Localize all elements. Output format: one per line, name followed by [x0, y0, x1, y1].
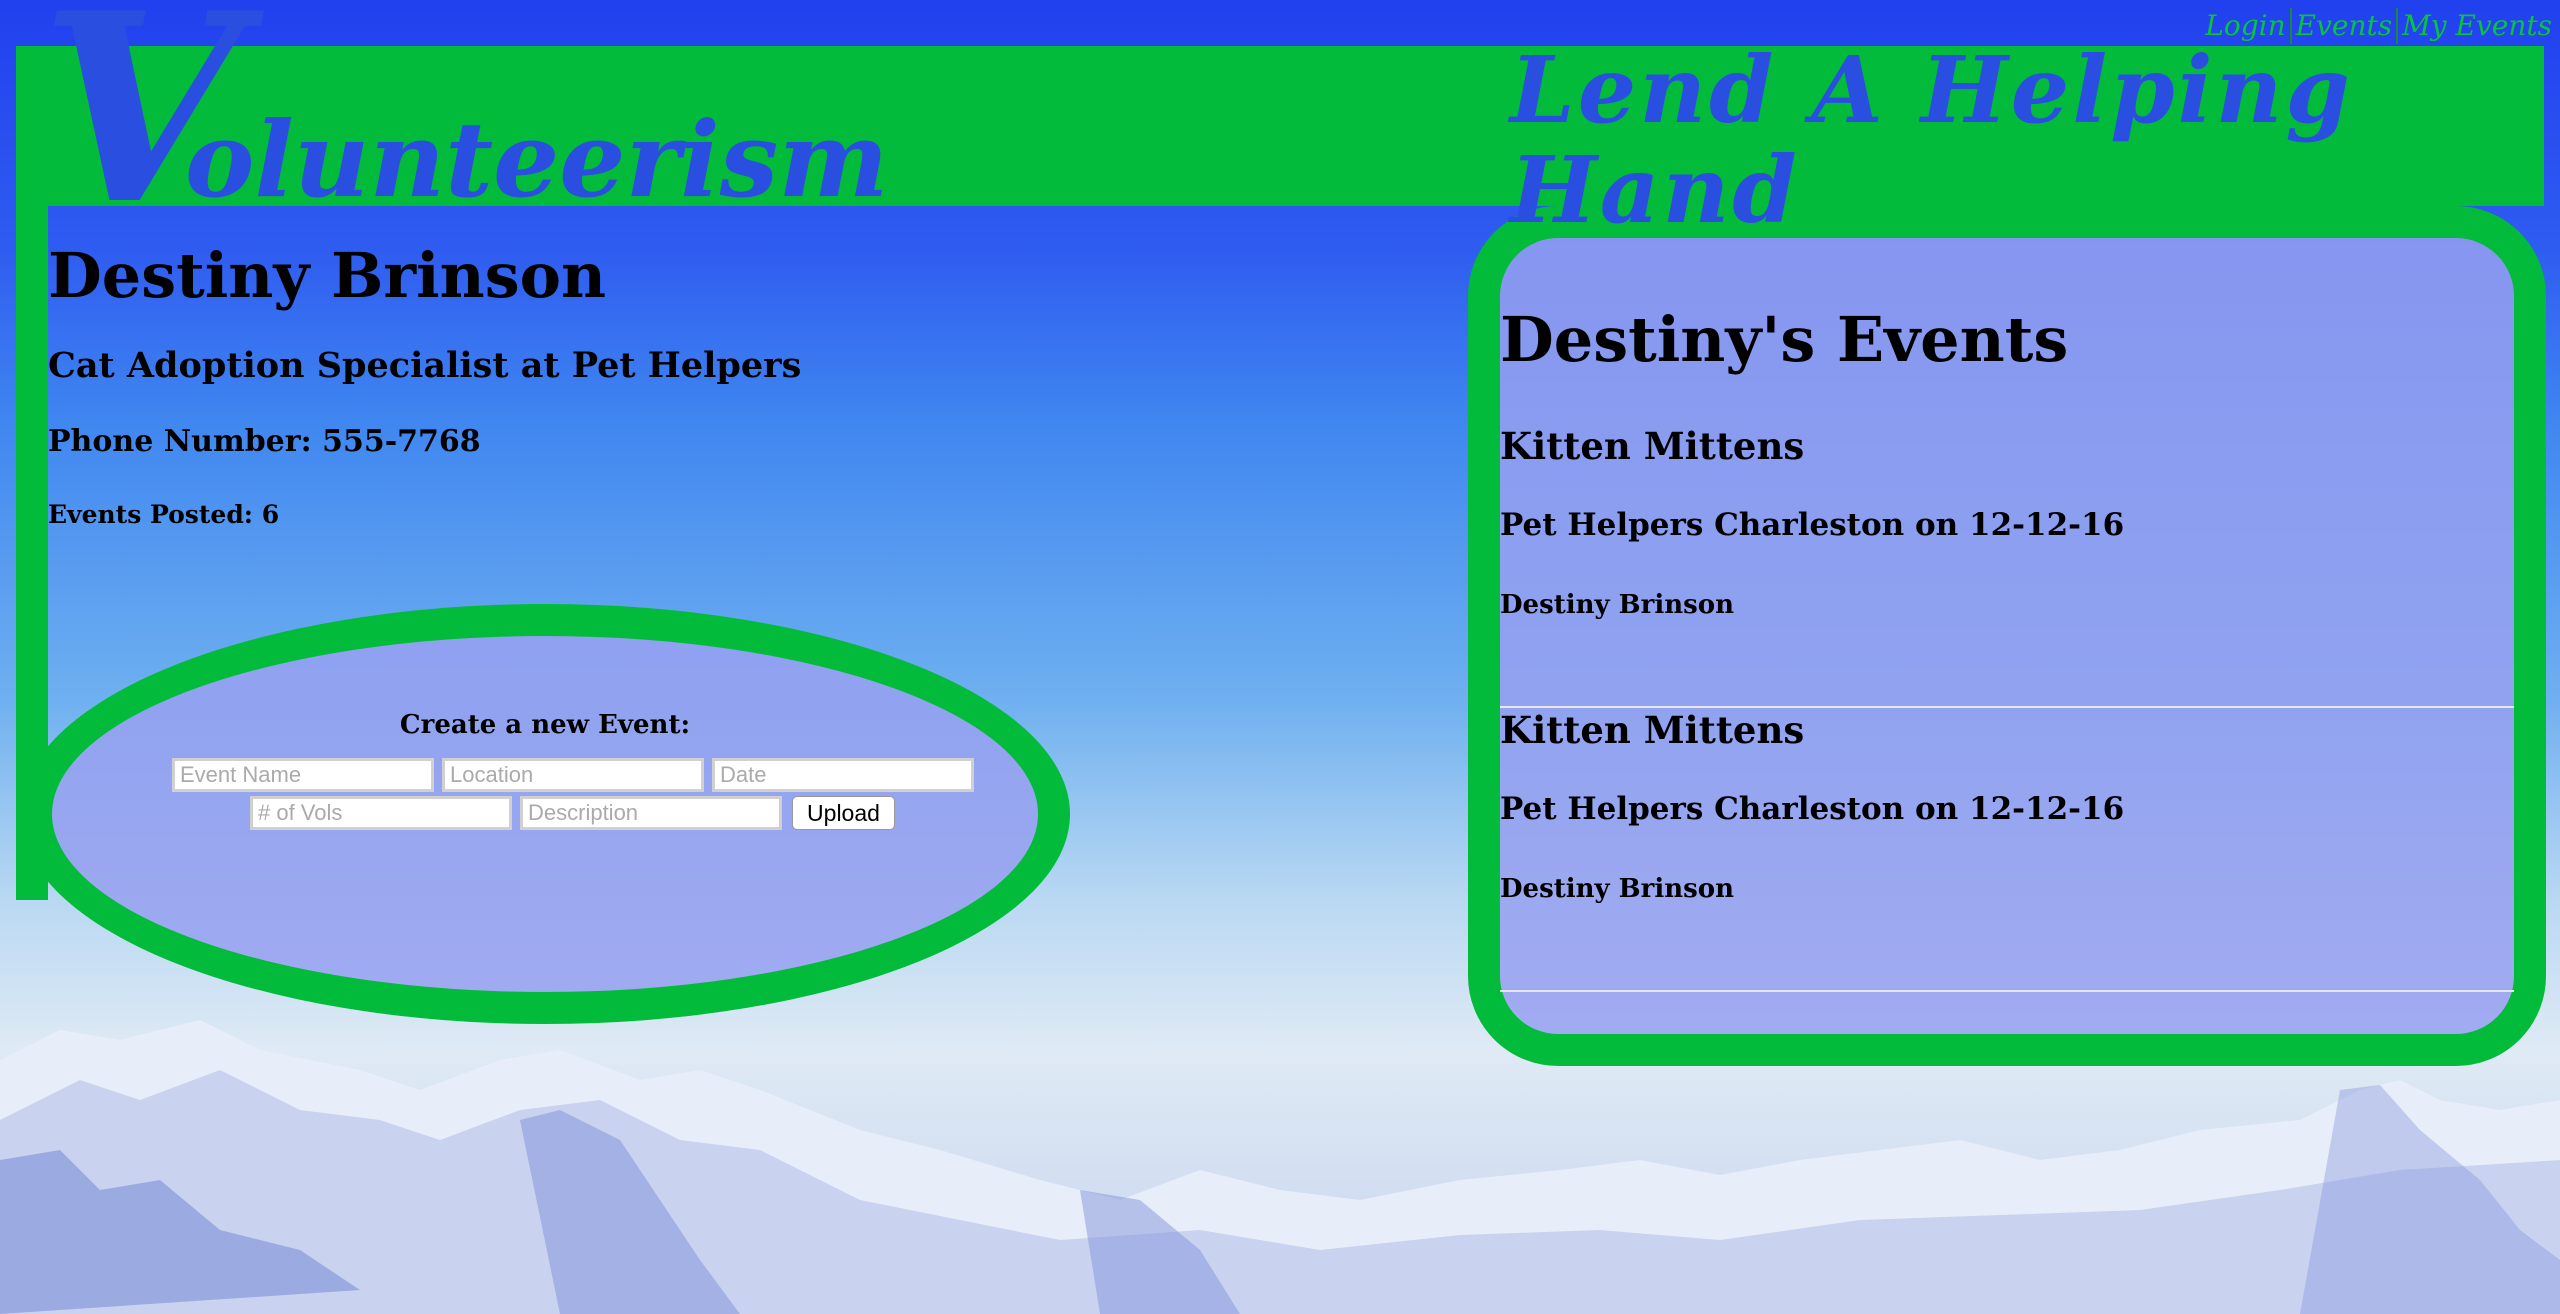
profile-phone: Phone Number: 555-7768 [48, 424, 481, 459]
event-location-date: Pet Helpers Charleston on 12-12-16 [1500, 791, 2125, 827]
nav-my-events-link[interactable]: My Events [2398, 8, 2556, 44]
nav-events-link[interactable]: Events [2292, 8, 2399, 44]
top-nav: Login Events My Events [2201, 8, 2556, 44]
profile-title: Cat Adoption Specialist at Pet Helpers [48, 345, 802, 386]
events-panel: Destiny's Events Kitten Mittens Pet Help… [1468, 206, 2546, 1066]
event-name: Kitten Mittens [1500, 708, 1805, 752]
brand-name: olunteerism [185, 98, 889, 221]
location-input[interactable] [442, 758, 704, 792]
event-name: Kitten Mittens [1500, 424, 1805, 468]
event-location-date: Pet Helpers Charleston on 12-12-16 [1500, 507, 2125, 543]
create-event-title: Create a new Event: [399, 710, 691, 740]
create-event-form: Create a new Event: Upload [20, 604, 1070, 1024]
event-owner: Destiny Brinson [1500, 590, 1735, 620]
vols-input[interactable] [250, 796, 512, 830]
date-input[interactable] [712, 758, 974, 792]
event-name-input[interactable] [172, 758, 434, 792]
upload-button[interactable]: Upload [792, 796, 895, 830]
tagline: Lend A Helping Hand [1510, 36, 2353, 244]
nav-login-link[interactable]: Login [2201, 8, 2292, 44]
description-input[interactable] [520, 796, 782, 830]
event-item[interactable]: Kitten Mittens Pet Helpers Charleston on… [1500, 424, 2514, 708]
profile-events-posted: Events Posted: 6 [48, 500, 280, 529]
events-heading: Destiny's Events [1500, 303, 2069, 376]
event-owner: Destiny Brinson [1500, 874, 1735, 904]
event-item[interactable]: Kitten Mittens Pet Helpers Charleston on… [1500, 708, 2514, 992]
profile-section: Destiny Brinson Cat Adoption Specialist … [48, 240, 801, 530]
